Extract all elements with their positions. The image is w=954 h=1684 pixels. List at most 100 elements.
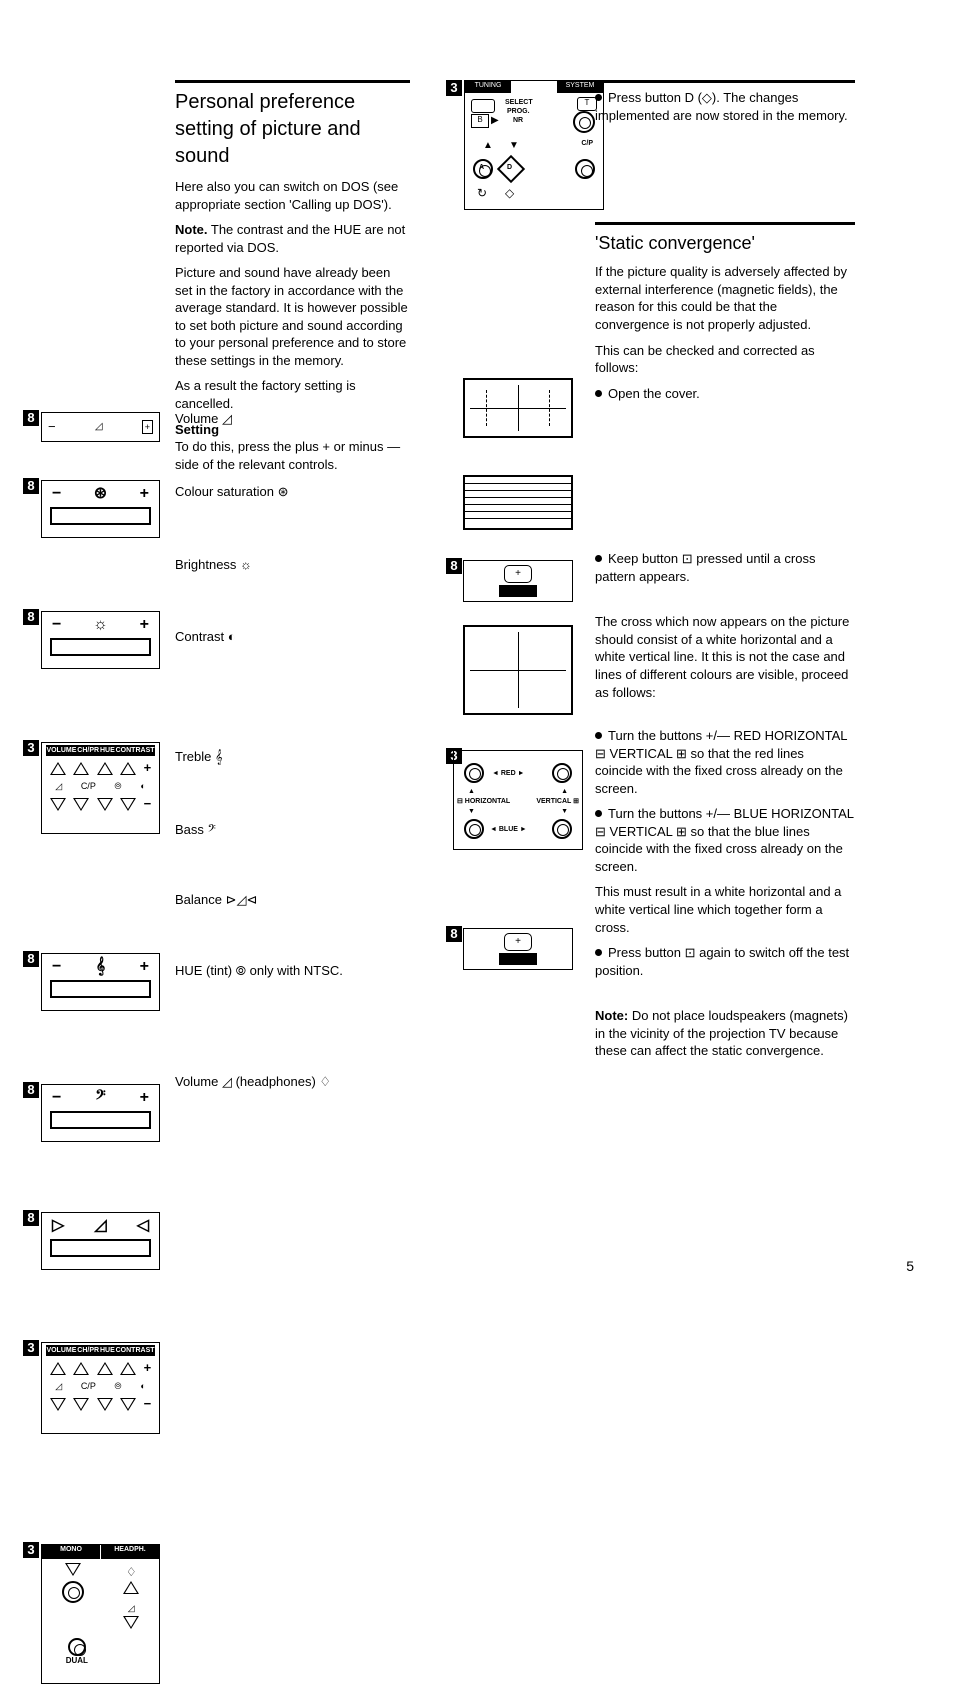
manual-page: Personal preference setting of picture a…: [0, 0, 954, 1331]
paragraph-factory: Picture and sound have already been set …: [175, 264, 410, 369]
para-open-cover: Open the cover.: [595, 385, 855, 403]
figure-hue-panel: 3 VOLUME CH/PR HUE CONTRAST + ◿ C/P ⦾ ◐ …: [25, 1342, 160, 1434]
ico-hue: ⦾: [114, 780, 121, 792]
label-mono: MONO: [42, 1545, 101, 1559]
tag-8-treble: 8: [23, 951, 39, 967]
figure-screen-lines-top: [448, 378, 573, 438]
label-dual: DUAL: [66, 1656, 88, 1667]
hdr-contrast: CONTRAST: [116, 745, 155, 756]
page-number: 5: [906, 1257, 914, 1276]
note2-label: Note:: [595, 1008, 628, 1023]
figure-balance-panel: 8 ▷◿◁: [25, 1212, 160, 1270]
figure-volume-panel: 8 − ◿ +: [25, 412, 160, 442]
text-keep-button: Keep button ⊡ pressed until a cross patt…: [595, 551, 815, 584]
remote-button-a: A: [479, 163, 484, 172]
figure-treble-panel: 8 −𝄞+: [25, 953, 160, 1011]
tag-3-remote: 3: [446, 80, 462, 96]
middle-figure-column: 3 TUNING SYSTEM T SELECT PROG. NR B ▶ ▲ …: [448, 80, 588, 210]
hdr-volume: VOLUME: [46, 745, 76, 756]
remote-button-b: B: [471, 114, 489, 128]
figure-crosspattern-screen: [448, 625, 573, 715]
paragraph-dos: Here also you can switch on DOS (see app…: [175, 178, 410, 213]
hdr-chpr: CH/PR: [77, 745, 99, 756]
para-note-loudspeakers: Note: Do not place loudspeakers (magnets…: [595, 1007, 855, 1060]
tag-3-contrast: 3: [23, 740, 39, 756]
para-press-again: Press button ⊡ again to switch off the t…: [595, 944, 855, 979]
text-red-turn: Turn the buttons +/— RED HORIZONTAL ⊟ VE…: [595, 728, 847, 796]
figure-bass-panel: 8 −𝄢+: [25, 1084, 160, 1142]
tag-8-brightness: 8: [23, 609, 39, 625]
para-press-d: Press button D (◇). The changes implemen…: [595, 80, 855, 124]
text-press-d: Press button D (◇). The changes implemen…: [595, 90, 848, 123]
para-cross-white: The cross which now appears on the pictu…: [595, 613, 855, 701]
adjbox-blue-label: ◄ BLUE ►: [490, 825, 527, 834]
ico-cp: C/P: [81, 780, 96, 792]
label-colour: Colour saturation ⊛: [175, 483, 289, 501]
label-contrast: Contrast ◐: [175, 628, 236, 646]
note-label: Note.: [175, 222, 208, 237]
colour-minus: −: [52, 481, 61, 507]
tag-8-bass: 8: [23, 1082, 39, 1098]
label-brightness: Brightness ☼: [175, 556, 252, 574]
remote-diamond-icon: ◇: [505, 185, 514, 201]
figure-mono-headph: 3 MONO HEADPH. ♢ ◿: [25, 1544, 160, 1684]
bullet-icon: [595, 94, 602, 101]
figure-contrast-panel: 3 VOLUME CH/PR HUE CONTRAST + ◿ C/P ⦾ ◐ …: [25, 742, 160, 834]
paragraph-setting: Setting To do this, press the plus + or …: [175, 421, 410, 474]
heading-personal-preference: Personal preference setting of picture a…: [175, 80, 410, 170]
tag-3-monoheadph: 3: [23, 1542, 39, 1558]
ico-contrast: ◐: [140, 780, 145, 792]
para-blue-turn: Turn the buttons +/— BLUE HORIZONTAL ⊟ V…: [595, 805, 855, 875]
adjbox-horiz-label: ⊟ HORIZONTAL: [457, 797, 510, 806]
tag-8-colour: 8: [23, 478, 39, 494]
right-text-column: Press button D (◇). The changes implemen…: [595, 80, 855, 1068]
label-treble: Treble 𝄞: [175, 748, 223, 766]
remote-button-t: T: [577, 97, 597, 111]
colour-plus: +: [140, 481, 149, 507]
tag-8-balance: 8: [23, 1210, 39, 1226]
label-balance: Balance ⊳◿⊲: [175, 891, 257, 909]
para-red-turn: Turn the buttons +/— RED HORIZONTAL ⊟ VE…: [595, 727, 855, 797]
remote-tuning-label: TUNING: [465, 81, 511, 93]
text-blue-turn: Turn the buttons +/— BLUE HORIZONTAL ⊟ V…: [595, 806, 854, 874]
figure-crosspattern-button-2: 8 +: [448, 928, 573, 970]
paragraph-factory-cancel: As a result the factory setting is cance…: [175, 377, 410, 412]
figure-bar-lines: [448, 475, 573, 530]
para-static-1: If the picture quality is adversely affe…: [595, 263, 855, 333]
tag-8-crossbtn2: 8: [446, 926, 462, 942]
figure-crosspattern-button: 8 +: [448, 560, 573, 602]
crossbtn-rect-1: +: [504, 565, 532, 583]
label-volume: Volume ◿: [175, 410, 232, 428]
label-headph: HEADPH.: [101, 1545, 159, 1559]
label-bass: Bass 𝄢: [175, 821, 216, 839]
figure-remote: TUNING SYSTEM T SELECT PROG. NR B ▶ ▲ ▼ …: [464, 80, 604, 210]
note-text: The contrast and the HUE are not reporte…: [175, 222, 405, 255]
adjbox-red-label: ◄ RED ►: [492, 769, 525, 778]
para-static-1b: This can be checked and corrected as fol…: [595, 342, 855, 377]
label-headphones: Volume ◿ (headphones) ♢: [175, 1073, 331, 1091]
para-keep-button: Keep button ⊡ pressed until a cross patt…: [595, 550, 855, 585]
setting-text: To do this, press the plus + or minus — …: [175, 439, 400, 472]
tag-3-hue: 3: [23, 1340, 39, 1356]
bal-left-icon: ▷: [52, 1213, 64, 1239]
remote-cp-label: C/P: [581, 139, 593, 148]
ico-vol: ◿: [55, 780, 62, 792]
tag-8-volume: 8: [23, 410, 39, 426]
text-press-again: Press button ⊡ again to switch off the t…: [595, 945, 849, 978]
tag-8-crossbtn1: 8: [446, 558, 462, 574]
heading-static-convergence: 'Static convergence': [595, 222, 855, 255]
para-blue-result: This must result in a white horizontal a…: [595, 883, 855, 936]
remote-button-d: D: [507, 163, 512, 172]
hdr-hue: HUE: [100, 745, 115, 756]
adjbox-vert-label: VERTICAL ⊞: [536, 797, 579, 806]
paragraph-note-contrast: Note. The contrast and the HUE are not r…: [175, 221, 410, 256]
figure-brightness-panel: 8 −☼+: [25, 611, 160, 669]
label-hue: HUE (tint) ⦾ only with NTSC.: [175, 962, 343, 980]
bal-right-icon: ◁: [137, 1213, 149, 1239]
crossbtn-rect-2: +: [504, 933, 532, 951]
volume-minus-icon: −: [48, 418, 56, 436]
remote-nr-label: NR: [513, 116, 523, 125]
text-open-cover: Open the cover.: [608, 386, 700, 401]
figure-colour-panel: 8 −⊛+: [25, 480, 160, 538]
note2-text: Do not place loudspeakers (magnets) in t…: [595, 1008, 848, 1058]
